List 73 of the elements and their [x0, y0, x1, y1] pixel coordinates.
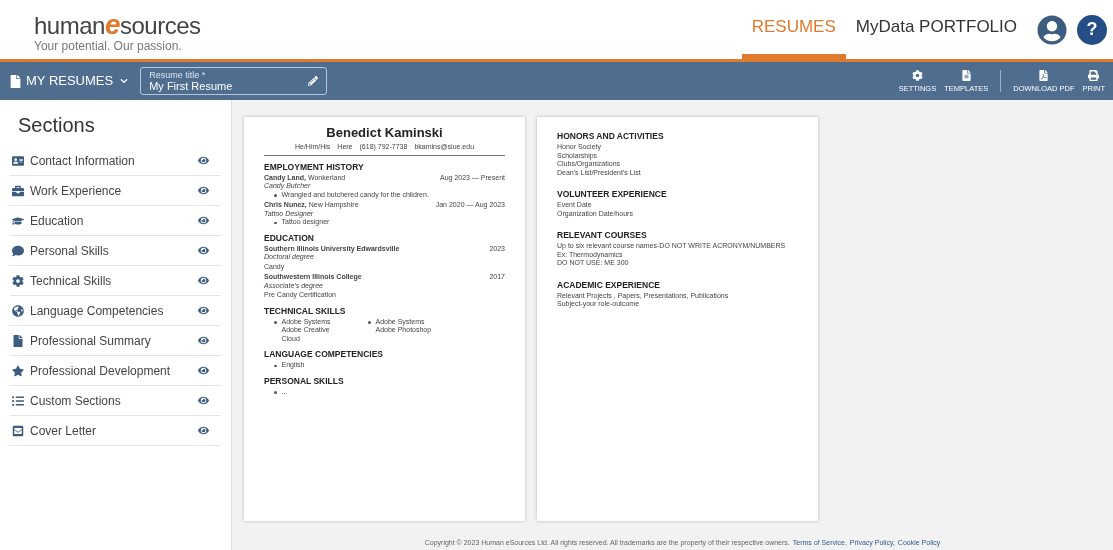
eye-icon[interactable]: [198, 215, 209, 226]
graduation-cap-icon: [12, 214, 24, 227]
section-heading: TECHNICAL SKILLS: [264, 305, 347, 316]
document-icon: [10, 74, 21, 88]
sidebar-item[interactable]: Professional Summary: [10, 326, 221, 356]
section-heading: RELEVANT COURSES: [557, 230, 648, 240]
section-heading: PERSONAL SKILLS: [264, 375, 345, 386]
bullet-icon: [274, 194, 277, 197]
eye-icon[interactable]: [198, 245, 209, 256]
briefcase-icon: [12, 184, 24, 197]
sidebar-label: Personal Skills: [30, 242, 109, 260]
sidebar-label: Professional Summary: [30, 332, 151, 350]
sidebar-label: Contact Information: [30, 152, 135, 170]
id-card-icon: [12, 154, 24, 167]
resume-title-field[interactable]: Resume title * My First Resume: [140, 67, 328, 95]
eye-icon[interactable]: [198, 395, 209, 406]
section-heading: VOLUNTEER EXPERIENCE: [557, 189, 668, 199]
eye-icon[interactable]: [198, 155, 209, 166]
bullet-icon: [274, 221, 277, 224]
eye-icon[interactable]: [198, 425, 209, 436]
eye-icon[interactable]: [198, 185, 209, 196]
sidebar-label: Work Experience: [30, 182, 122, 200]
logo-tagline: Your potential. Our passion.: [34, 39, 183, 53]
speech-bubble-icon: [12, 244, 24, 257]
sidebar-item[interactable]: Professional Development: [10, 356, 221, 386]
bullet-icon: [274, 321, 277, 324]
eye-icon[interactable]: [198, 305, 209, 316]
sidebar-label: Professional Development: [30, 362, 171, 380]
sidebar-item[interactable]: Work Experience: [10, 176, 221, 206]
envelope-icon: [12, 424, 24, 437]
sidebar-item[interactable]: Technical Skills: [10, 266, 221, 296]
gear-icon: [12, 274, 24, 287]
my-resumes-menu[interactable]: MY RESUMES: [10, 71, 129, 91]
eye-icon[interactable]: [198, 275, 209, 286]
sidebar-item[interactable]: Language Competencies: [10, 296, 221, 326]
section-heading: HONORS AND ACTIVITIES: [557, 131, 665, 141]
eye-icon[interactable]: [198, 365, 209, 376]
sidebar-label: Cover Letter: [30, 422, 97, 440]
pdf-file-icon: [1038, 69, 1050, 81]
print-icon: [1088, 69, 1100, 81]
section-heading: LANGUAGE COMPETENCIES: [264, 349, 384, 359]
resume-name: Benedict Kaminski: [326, 125, 443, 141]
section-heading: EMPLOYMENT HISTORY: [264, 161, 365, 172]
sidebar-label: Education: [30, 212, 84, 230]
settings-icon: [911, 69, 923, 81]
field-value: My First Resume: [149, 81, 233, 92]
sidebar-item[interactable]: Custom Sections: [10, 386, 221, 416]
section-heading: ACADEMIC EXPERIENCE: [557, 279, 661, 290]
field-label: Resume title *: [149, 70, 207, 81]
document-icon: [960, 69, 972, 81]
list-icon: [12, 394, 24, 407]
sidebar-heading: Sections: [17, 113, 96, 138]
sidebar-item[interactable]: Contact Information: [10, 146, 221, 176]
sidebar-item[interactable]: Cover Letter: [10, 416, 221, 446]
document-icon: [12, 334, 24, 347]
sidebar-label: Custom Sections: [30, 392, 121, 410]
pencil-icon[interactable]: [308, 76, 319, 86]
globe-icon: [12, 304, 24, 317]
nav-tab[interactable]: MyData PORTFOLIO: [845, 0, 1027, 59]
sidebar-item[interactable]: Education: [10, 206, 221, 236]
section-heading: EDUCATION: [264, 232, 315, 243]
logo-wordmark: humanesources: [34, 12, 201, 39]
sidebar-item[interactable]: Personal Skills: [10, 236, 221, 266]
sidebar-label: Technical Skills: [30, 272, 112, 290]
user-avatar-icon[interactable]: [1037, 14, 1067, 45]
bullet-icon: [274, 364, 277, 367]
help-button[interactable]: ?: [1077, 14, 1107, 45]
eye-icon[interactable]: [198, 335, 209, 346]
chevron-down-icon: [120, 77, 129, 85]
bullet-icon: [368, 321, 371, 324]
star-icon: [12, 364, 24, 377]
bullet-icon: [274, 391, 277, 394]
sidebar-label: Language Competencies: [30, 302, 164, 320]
